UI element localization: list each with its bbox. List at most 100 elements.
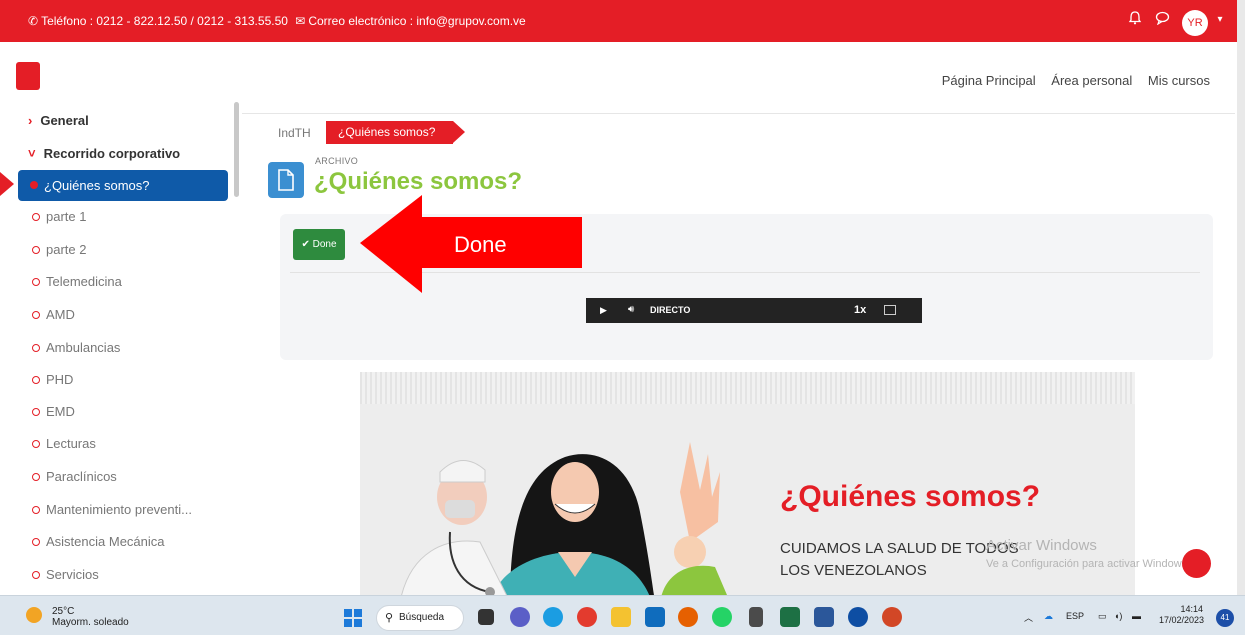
nav-courses-link[interactable]: Mis cursos bbox=[1148, 73, 1210, 88]
bell-icon[interactable] bbox=[1125, 10, 1145, 30]
active-item-pointer bbox=[0, 172, 14, 196]
section-label: General bbox=[40, 113, 89, 128]
outlook-icon[interactable] bbox=[645, 607, 665, 627]
sidebar-item[interactable]: PHD bbox=[32, 372, 73, 387]
user-avatar[interactable]: YR bbox=[1182, 10, 1208, 36]
system-clock[interactable]: 14:14 17/02/2023 bbox=[1159, 604, 1205, 626]
excel-icon[interactable] bbox=[780, 607, 800, 627]
time: 14:14 bbox=[1180, 604, 1203, 614]
sidebar-item[interactable]: Telemedicina bbox=[32, 274, 122, 289]
page-title: ¿Quiénes somos? bbox=[314, 168, 523, 195]
window-scrollbar[interactable] bbox=[1237, 0, 1245, 635]
sidebar-item-label: parte 2 bbox=[46, 242, 87, 257]
sidebar-item-label: EMD bbox=[46, 404, 75, 419]
weather-condition: Mayorm. soleado bbox=[52, 617, 129, 628]
section-general[interactable]: › General bbox=[28, 113, 89, 128]
language-indicator[interactable]: ESP bbox=[1066, 611, 1084, 621]
notepad-icon[interactable] bbox=[749, 607, 763, 627]
floating-action-button[interactable] bbox=[1182, 549, 1211, 578]
phone-icon: ✆ bbox=[28, 14, 39, 28]
live-label: DIRECTO bbox=[650, 305, 691, 315]
circle-icon bbox=[32, 538, 40, 546]
battery-icon[interactable]: ▬ bbox=[1132, 611, 1141, 621]
sidebar-item[interactable]: Asistencia Mecánica bbox=[32, 534, 165, 549]
sidebar-item-label: PHD bbox=[46, 372, 74, 387]
sidebar-item[interactable]: parte 1 bbox=[32, 209, 86, 224]
taskbar-search[interactable]: ⚲ Búsqueda bbox=[376, 605, 464, 631]
circle-icon bbox=[32, 376, 40, 384]
sidebar-item[interactable]: Servicios bbox=[32, 567, 99, 582]
done-button[interactable]: ✔ Done bbox=[293, 229, 345, 260]
circle-icon bbox=[32, 278, 40, 286]
circle-icon bbox=[32, 506, 40, 514]
volume-icon[interactable]: ◖) bbox=[1114, 611, 1122, 621]
firefox-icon[interactable] bbox=[678, 607, 698, 627]
circle-icon bbox=[32, 408, 40, 416]
volume-icon[interactable]: 🔊︎ bbox=[628, 304, 634, 315]
powerpoint-icon[interactable] bbox=[882, 607, 902, 627]
word-icon[interactable] bbox=[814, 607, 834, 627]
network-icon[interactable]: ▭ bbox=[1098, 611, 1107, 622]
sidebar-item-label: parte 1 bbox=[46, 209, 87, 224]
sidebar-item[interactable]: EMD bbox=[32, 404, 75, 419]
windows-start-icon[interactable] bbox=[344, 609, 362, 627]
search-label: Búsqueda bbox=[399, 612, 445, 623]
nav-personal-link[interactable]: Área personal bbox=[1051, 73, 1132, 88]
speed-button[interactable]: 1x bbox=[854, 304, 866, 316]
whatsapp-icon[interactable] bbox=[712, 607, 732, 627]
temperature: 25°C bbox=[52, 606, 75, 617]
sidebar-scrollbar[interactable] bbox=[234, 102, 239, 197]
sidebar-item-label: AMD bbox=[46, 307, 75, 322]
sidebar-item[interactable]: parte 2 bbox=[32, 242, 86, 257]
sidebar-item[interactable]: Paraclínicos bbox=[32, 469, 117, 484]
sidebar-item-label: Ambulancias bbox=[46, 340, 121, 355]
sidebar-item-label: Lecturas bbox=[46, 436, 96, 451]
activation-watermark-title: Activar Windows bbox=[986, 537, 1097, 554]
file-explorer-icon[interactable] bbox=[611, 607, 631, 627]
main-content: IndTH ¿Quiénes somos? ARCHIVO ¿Quiénes s… bbox=[242, 114, 1235, 595]
sun-icon bbox=[26, 607, 42, 623]
date: 17/02/2023 bbox=[1159, 615, 1205, 625]
main-nav: Página Principal Área personal Mis curso… bbox=[930, 73, 1210, 88]
edge-icon[interactable] bbox=[543, 607, 563, 627]
course-index-sidebar: › General ˅ Recorrido corporativo ¿Quiénes… bbox=[0, 100, 242, 595]
chevron-down-icon[interactable]: ▾ bbox=[1210, 10, 1230, 30]
sidebar-item[interactable]: Mantenimiento preventi... bbox=[32, 502, 192, 517]
banner-pattern bbox=[360, 372, 1135, 404]
section-recorrido[interactable]: ˅ Recorrido corporativo bbox=[28, 146, 180, 161]
play-icon[interactable]: ▶ bbox=[600, 305, 607, 316]
notification-badge[interactable]: 41 bbox=[1216, 609, 1234, 627]
sidebar-item-label: Asistencia Mecánica bbox=[46, 534, 165, 549]
audio-player: ▶ 🔊︎ DIRECTO 1x bbox=[586, 298, 922, 323]
teams-chat-icon[interactable] bbox=[510, 607, 530, 627]
section-label: Recorrido corporativo bbox=[43, 146, 181, 161]
sidebar-item-label: Paraclínicos bbox=[46, 469, 117, 484]
chevron-up-icon[interactable]: ︿ bbox=[1024, 611, 1033, 624]
sidebar-item-active[interactable]: ¿Quiénes somos? bbox=[18, 170, 228, 201]
email-text: Correo electrónico : info@grupov.com.ve bbox=[308, 14, 526, 28]
sidebar-item-label: Servicios bbox=[46, 567, 99, 582]
circle-icon bbox=[32, 311, 40, 319]
chrome-icon[interactable] bbox=[577, 607, 597, 627]
breadcrumb-current[interactable]: ¿Quiénes somos? bbox=[326, 121, 466, 144]
chevron-down-icon: ˅ bbox=[28, 146, 36, 161]
sidebar-item[interactable]: AMD bbox=[32, 307, 75, 322]
nav-home-link[interactable]: Página Principal bbox=[942, 73, 1036, 88]
mail-icon: ✉ bbox=[295, 14, 306, 28]
activation-watermark-text: Ve a Configuración para activar Windows. bbox=[986, 558, 1191, 570]
chat-icon[interactable] bbox=[1152, 10, 1172, 30]
circle-icon bbox=[32, 246, 40, 254]
sidebar-item-label: Telemedicina bbox=[46, 274, 122, 289]
weather-widget[interactable]: 25°C Mayorm. soleado bbox=[52, 606, 129, 628]
sidebar-item[interactable]: Lecturas bbox=[32, 436, 96, 451]
site-logo[interactable] bbox=[16, 62, 40, 90]
breadcrumb-course[interactable]: IndTH bbox=[278, 126, 311, 140]
task-view-icon[interactable] bbox=[478, 609, 494, 625]
app-n-icon[interactable] bbox=[848, 607, 868, 627]
file-icon bbox=[268, 162, 304, 198]
sidebar-item[interactable]: Ambulancias bbox=[32, 340, 120, 355]
sidebar-item-label: ¿Quiénes somos? bbox=[44, 178, 150, 193]
chevron-right-icon: › bbox=[28, 113, 33, 128]
pip-icon[interactable] bbox=[884, 305, 896, 315]
onedrive-icon[interactable]: ☁ bbox=[1044, 611, 1053, 622]
